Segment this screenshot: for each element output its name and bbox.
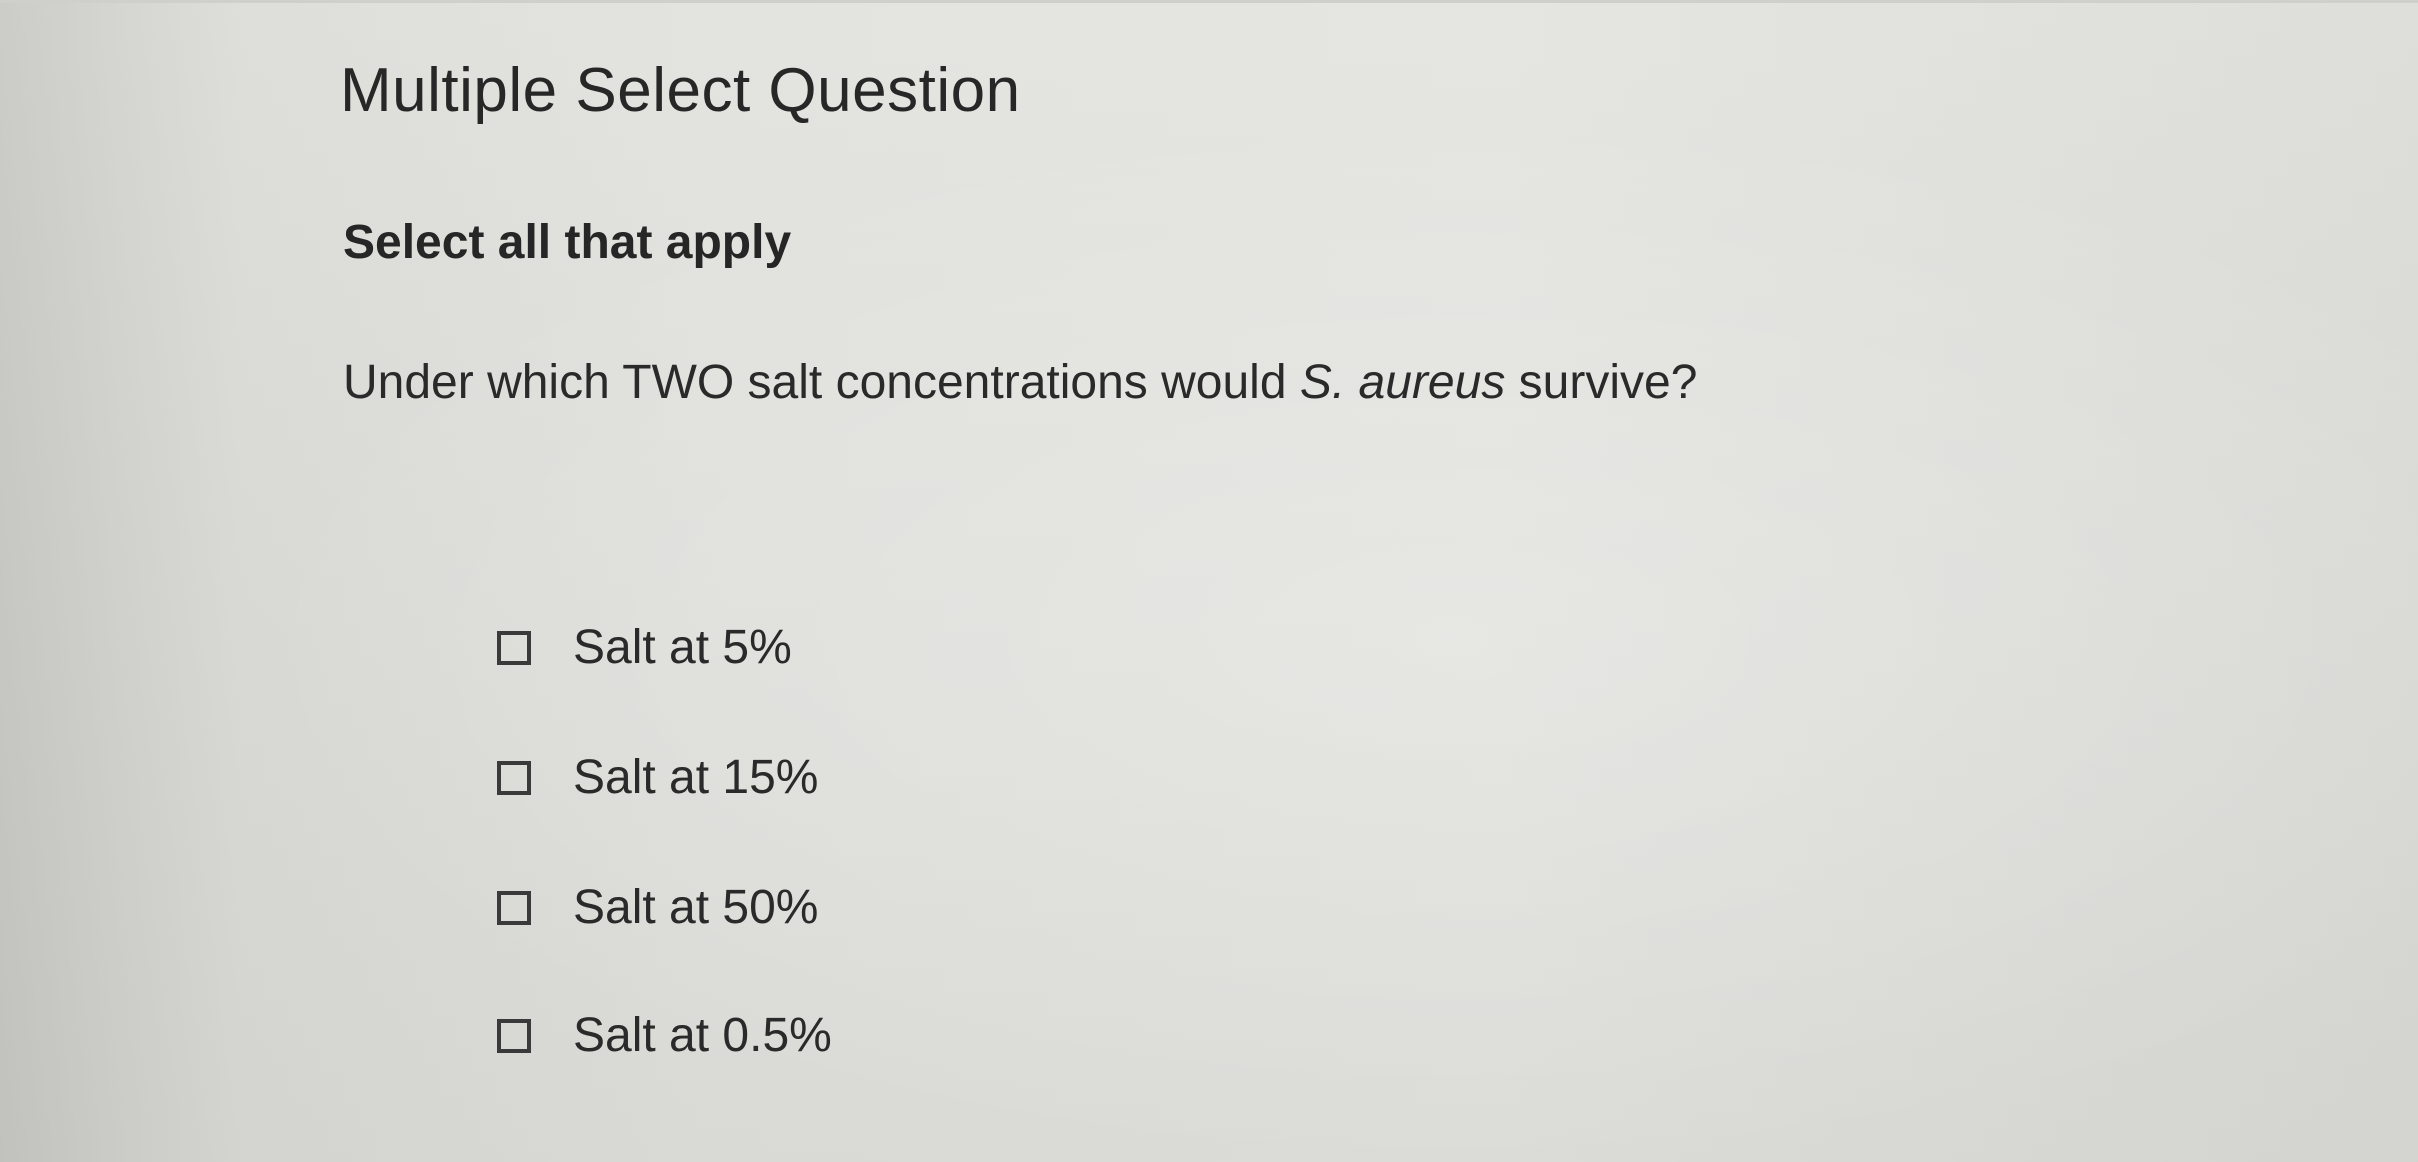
option-salt-5[interactable]: Salt at 5% (497, 620, 792, 675)
option-checkbox[interactable] (497, 890, 531, 925)
option-checkbox[interactable] (497, 760, 531, 795)
species-name: S. aureus (1299, 356, 1506, 409)
question-prompt: Under which TWO salt concentrations woul… (343, 355, 1697, 410)
option-checkbox[interactable] (497, 630, 531, 665)
page-background (0, 0, 2418, 1162)
option-label: Salt at 15% (573, 751, 819, 804)
page-top-edge (0, 0, 2418, 3)
option-salt-50[interactable]: Salt at 50% (497, 880, 818, 935)
prompt-text-start: Under which TWO salt concentrations woul… (343, 356, 1300, 409)
instruction-text: Select all that apply (343, 216, 792, 269)
option-salt-0-5[interactable]: Salt at 0.5% (497, 1008, 832, 1063)
question-type-heading: Multiple Select Question (340, 56, 1021, 125)
option-label: Salt at 5% (573, 621, 792, 674)
option-label: Salt at 50% (573, 881, 819, 934)
option-label: Salt at 0.5% (573, 1009, 832, 1062)
prompt-text-end: survive? (1505, 356, 1698, 409)
option-salt-15[interactable]: Salt at 15% (497, 750, 818, 805)
option-checkbox[interactable] (497, 1018, 531, 1053)
